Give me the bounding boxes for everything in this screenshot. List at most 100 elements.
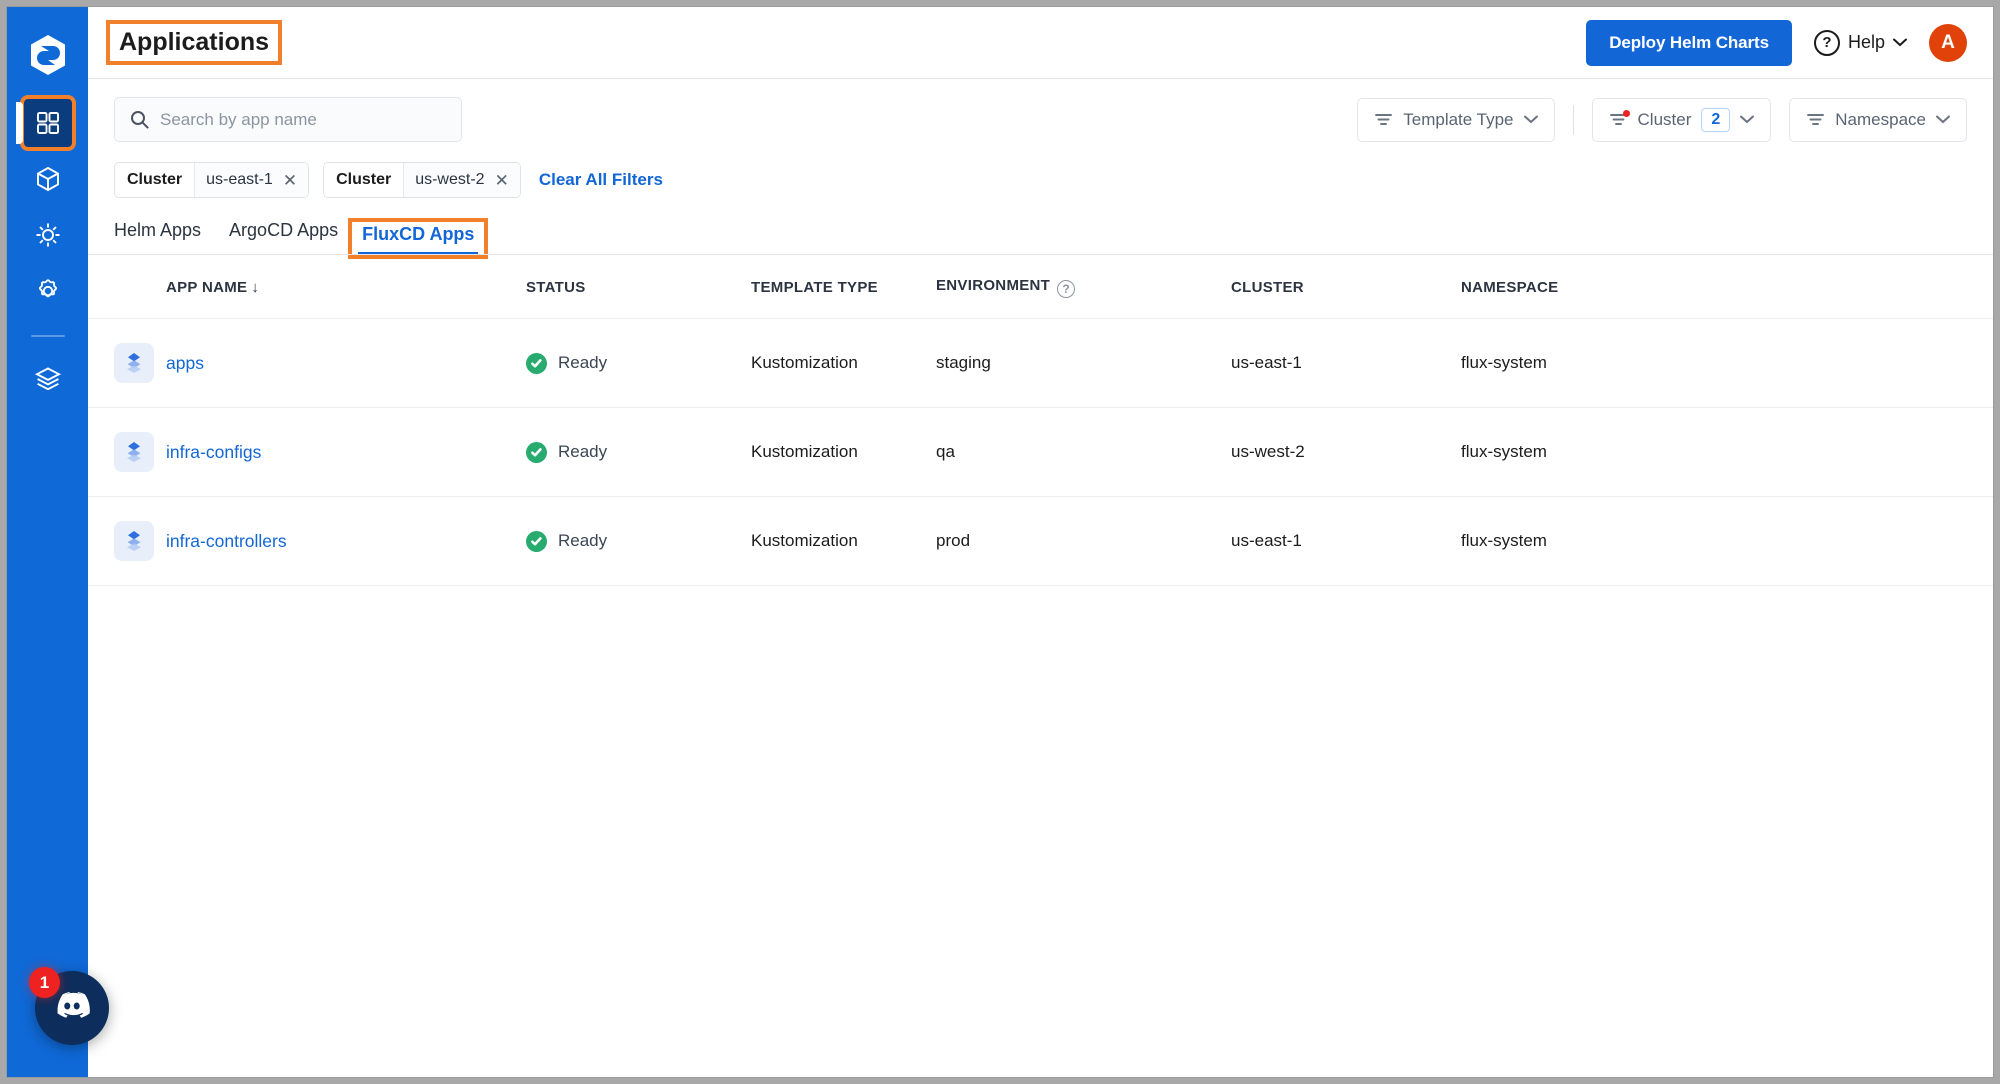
app-name-link[interactable]: infra-controllers (166, 531, 287, 551)
help-label: Help (1847, 32, 1885, 52)
row-namespace-cell: flux-system (1461, 318, 1993, 408)
help-circle-icon[interactable]: ? (1057, 280, 1076, 298)
sidebar-item-chart-store[interactable] (24, 155, 72, 203)
status-label: Ready (558, 531, 608, 550)
search-input[interactable] (160, 109, 446, 130)
filter-namespace[interactable]: Namespace (1789, 97, 1967, 142)
user-avatar[interactable]: A (1929, 23, 1967, 62)
col-header-app-name[interactable]: APP NAME ↓ (166, 255, 526, 319)
row-template-type-cell: Kustomization (751, 407, 936, 497)
col-header-environment-label: ENVIRONMENT (936, 277, 1051, 294)
toolbar-divider (1572, 104, 1574, 135)
tab-fluxcd-apps[interactable]: FluxCD Apps (348, 218, 489, 259)
filter-chip: Cluster us-east-1 ✕ (114, 162, 310, 198)
filter-chip-value: us-west-2 (415, 171, 485, 188)
table-row[interactable]: apps Ready Kustomization staging us-east… (88, 318, 1993, 408)
chat-unread-badge: 1 (29, 967, 60, 998)
col-header-template-type: TEMPLATE TYPE (751, 255, 936, 319)
col-header-status: STATUS (526, 255, 751, 319)
col-header-namespace: NAMESPACE (1461, 255, 1993, 319)
sidebar-item-applications[interactable] (15, 95, 76, 151)
row-app-name-cell: infra-controllers (166, 496, 526, 586)
filter-template-type-label: Template Type (1403, 109, 1514, 129)
help-menu-button[interactable]: ? Help (1813, 29, 1907, 56)
row-app-name-cell: apps (166, 318, 526, 408)
filter-chip-value-wrap: us-east-1 ✕ (195, 163, 309, 197)
filter-template-type[interactable]: Template Type (1357, 97, 1555, 142)
row-app-icon-cell (88, 318, 166, 408)
col-header-app-name-label: APP NAME (166, 279, 248, 296)
status-badge: Ready (526, 441, 751, 463)
deploy-helm-charts-button[interactable]: Deploy Helm Charts (1586, 19, 1792, 66)
applied-filter-chips: Cluster us-east-1 ✕ Cluster us-west-2 ✕ … (88, 142, 1993, 198)
row-app-name-cell: infra-configs (166, 407, 526, 497)
tab-helm-apps[interactable]: Helm Apps (114, 220, 215, 255)
sort-desc-icon: ↓ (251, 279, 260, 296)
col-header-template-type-label: TEMPLATE TYPE (751, 279, 878, 296)
row-cluster-cell: us-east-1 (1231, 318, 1461, 408)
col-header-environment: ENVIRONMENT? (936, 255, 1231, 319)
row-template-type-cell: Kustomization (751, 318, 936, 408)
main-sidebar (7, 7, 88, 1077)
check-circle-icon (526, 441, 547, 463)
row-template-type-cell: Kustomization (751, 496, 936, 586)
close-icon[interactable]: ✕ (283, 172, 297, 189)
sidebar-nav-list (7, 95, 88, 403)
filter-chip-value: us-east-1 (206, 171, 273, 188)
row-app-icon-cell (88, 407, 166, 497)
filter-icon (1609, 110, 1630, 127)
gear-icon (34, 277, 62, 305)
filter-chip-value-wrap: us-west-2 ✕ (404, 163, 520, 197)
row-environment-cell: prod (936, 496, 1231, 586)
app-name-link[interactable]: apps (166, 353, 204, 373)
discord-chat-button[interactable]: 1 (29, 967, 109, 1045)
table-row[interactable]: infra-controllers Ready Kustomization pr… (88, 496, 1993, 586)
filter-cluster[interactable]: Cluster 2 (1591, 97, 1772, 142)
search-icon (130, 110, 149, 129)
table-head: APP NAME ↓ STATUS TEMPLATE TYPE ENVIRONME… (88, 255, 1993, 319)
row-status-cell: Ready (526, 496, 751, 586)
table-body: apps Ready Kustomization staging us-east… (88, 318, 1993, 586)
filter-namespace-label: Namespace (1835, 109, 1926, 129)
table-row[interactable]: infra-configs Ready Kustomization qa us-… (88, 407, 1993, 497)
row-status-cell: Ready (526, 407, 751, 497)
sidebar-item-resource-browser[interactable] (24, 355, 72, 403)
check-circle-icon (526, 530, 547, 552)
col-header-cluster: CLUSTER (1231, 255, 1461, 319)
sun-gear-icon (34, 221, 62, 249)
applications-table: APP NAME ↓ STATUS TEMPLATE TYPE ENVIRONME… (88, 255, 1993, 586)
sidebar-item-jobs[interactable] (24, 211, 72, 259)
filter-cluster-label: Cluster (1637, 109, 1692, 129)
row-app-icon-cell (88, 496, 166, 586)
tab-label: FluxCD Apps (362, 224, 475, 244)
tab-label: ArgoCD Apps (229, 220, 339, 240)
chevron-down-icon (1523, 115, 1538, 124)
filters-toolbar: Template Type Cluster 2 (88, 79, 1993, 142)
app-name-link[interactable]: infra-configs (166, 442, 261, 462)
row-namespace-cell: flux-system (1461, 496, 1993, 586)
active-indicator (15, 102, 23, 144)
tabs-underline (88, 254, 1993, 255)
row-environment-cell: qa (936, 407, 1231, 497)
close-icon[interactable]: ✕ (495, 172, 509, 189)
filter-active-indicator (1622, 110, 1630, 117)
cube-icon (34, 165, 62, 193)
grid-apps-icon (34, 109, 62, 137)
check-circle-icon (526, 352, 547, 374)
status-label: Ready (558, 442, 608, 461)
header-actions: Deploy Helm Charts ? Help A (1586, 19, 1967, 66)
row-namespace-cell: flux-system (1461, 407, 1993, 497)
search-box[interactable] (114, 97, 462, 142)
discord-icon (51, 985, 93, 1032)
sidebar-item-global-config[interactable] (24, 267, 72, 315)
tab-argocd-apps[interactable]: ArgoCD Apps (215, 220, 352, 255)
sidebar-divider (30, 335, 65, 337)
page-title: Applications (105, 20, 283, 65)
fluxcd-icon (114, 521, 154, 561)
filter-buttons: Template Type Cluster 2 Namespace (1357, 97, 1967, 142)
clear-all-filters-link[interactable]: Clear All Filters (539, 170, 663, 190)
status-label: Ready (558, 353, 608, 372)
row-environment-cell: staging (936, 318, 1231, 408)
filter-chip: Cluster us-west-2 ✕ (323, 162, 521, 198)
devtron-logo[interactable] (26, 33, 70, 77)
